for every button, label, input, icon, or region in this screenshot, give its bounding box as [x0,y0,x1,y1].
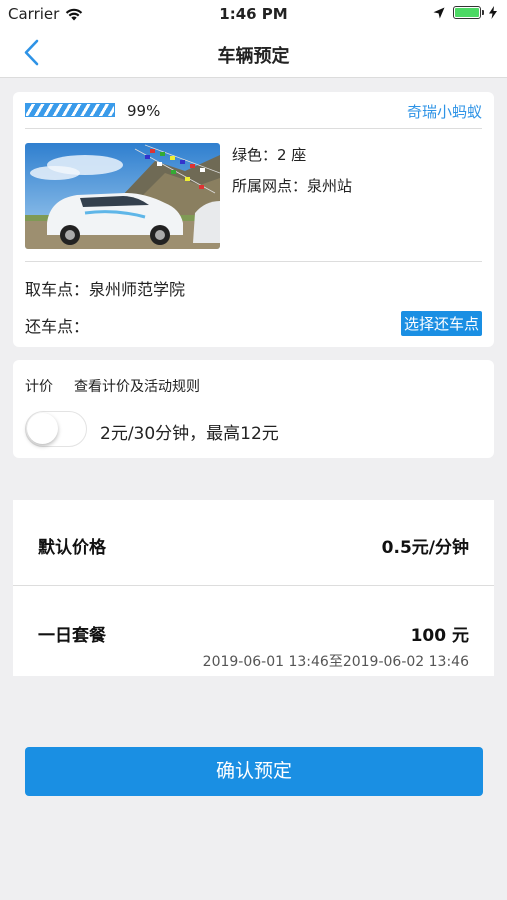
navigation-bar: 车辆预定 [0,28,507,78]
vehicle-card: 99% 奇瑞小蚂蚁 绿色：2 座 所属网点：泉州站 取车点：泉州师范学院 还车点… [13,92,494,347]
status-icons [433,6,497,19]
package-row-day[interactable]: 一日套餐 100 元 2019-06-01 13:46至2019-06-02 1… [13,587,494,676]
pricing-rules-link[interactable]: 查看计价及活动规则 [74,376,200,396]
vehicle-color-seats: 绿色：2 座 [232,146,307,164]
package-row-default[interactable]: 默认价格 0.5元/分钟 [13,500,494,586]
package-price: 100 元 [410,626,469,646]
battery-icon [453,6,484,19]
vehicle-model-link[interactable]: 奇瑞小蚂蚁 [407,101,482,122]
status-time: 1:46 PM [219,5,288,23]
vehicle-photo [25,143,220,249]
package-price: 0.5元/分钟 [381,538,469,558]
select-return-point-button[interactable]: 选择还车点 [400,311,482,336]
package-list: 默认价格 0.5元/分钟 一日套餐 100 元 2019-06-01 13:46… [13,500,494,676]
package-name: 默认价格 [38,538,106,558]
return-location-label: 还车点： [25,317,90,336]
battery-percent: 99% [127,102,161,120]
pickup-location: 取车点：泉州师范学院 [25,280,186,299]
charging-bolt-icon [489,6,497,19]
vehicle-station: 所属网点：泉州站 [232,177,353,195]
page-title: 车辆预定 [217,46,290,67]
pricing-toggle[interactable] [25,411,87,447]
divider [25,261,482,262]
package-name: 一日套餐 [38,626,106,646]
confirm-booking-button[interactable]: 确认预定 [25,747,483,796]
chevron-left-icon [24,39,39,66]
toggle-knob [27,413,58,444]
status-bar: Carrier 1:46 PM [0,0,507,28]
battery-level-bar [25,103,115,117]
package-time-range: 2019-06-01 13:46至2019-06-02 13:46 [202,654,469,670]
pricing-card: 计价 查看计价及活动规则 2元/30分钟，最高12元 [13,360,494,458]
location-arrow-icon [433,7,445,18]
pricing-title: 计价 [25,379,53,395]
pricing-option-label: 2元/30分钟，最高12元 [100,424,279,444]
back-button[interactable] [18,38,48,68]
battery-row: 99% 奇瑞小蚂蚁 [25,101,482,129]
